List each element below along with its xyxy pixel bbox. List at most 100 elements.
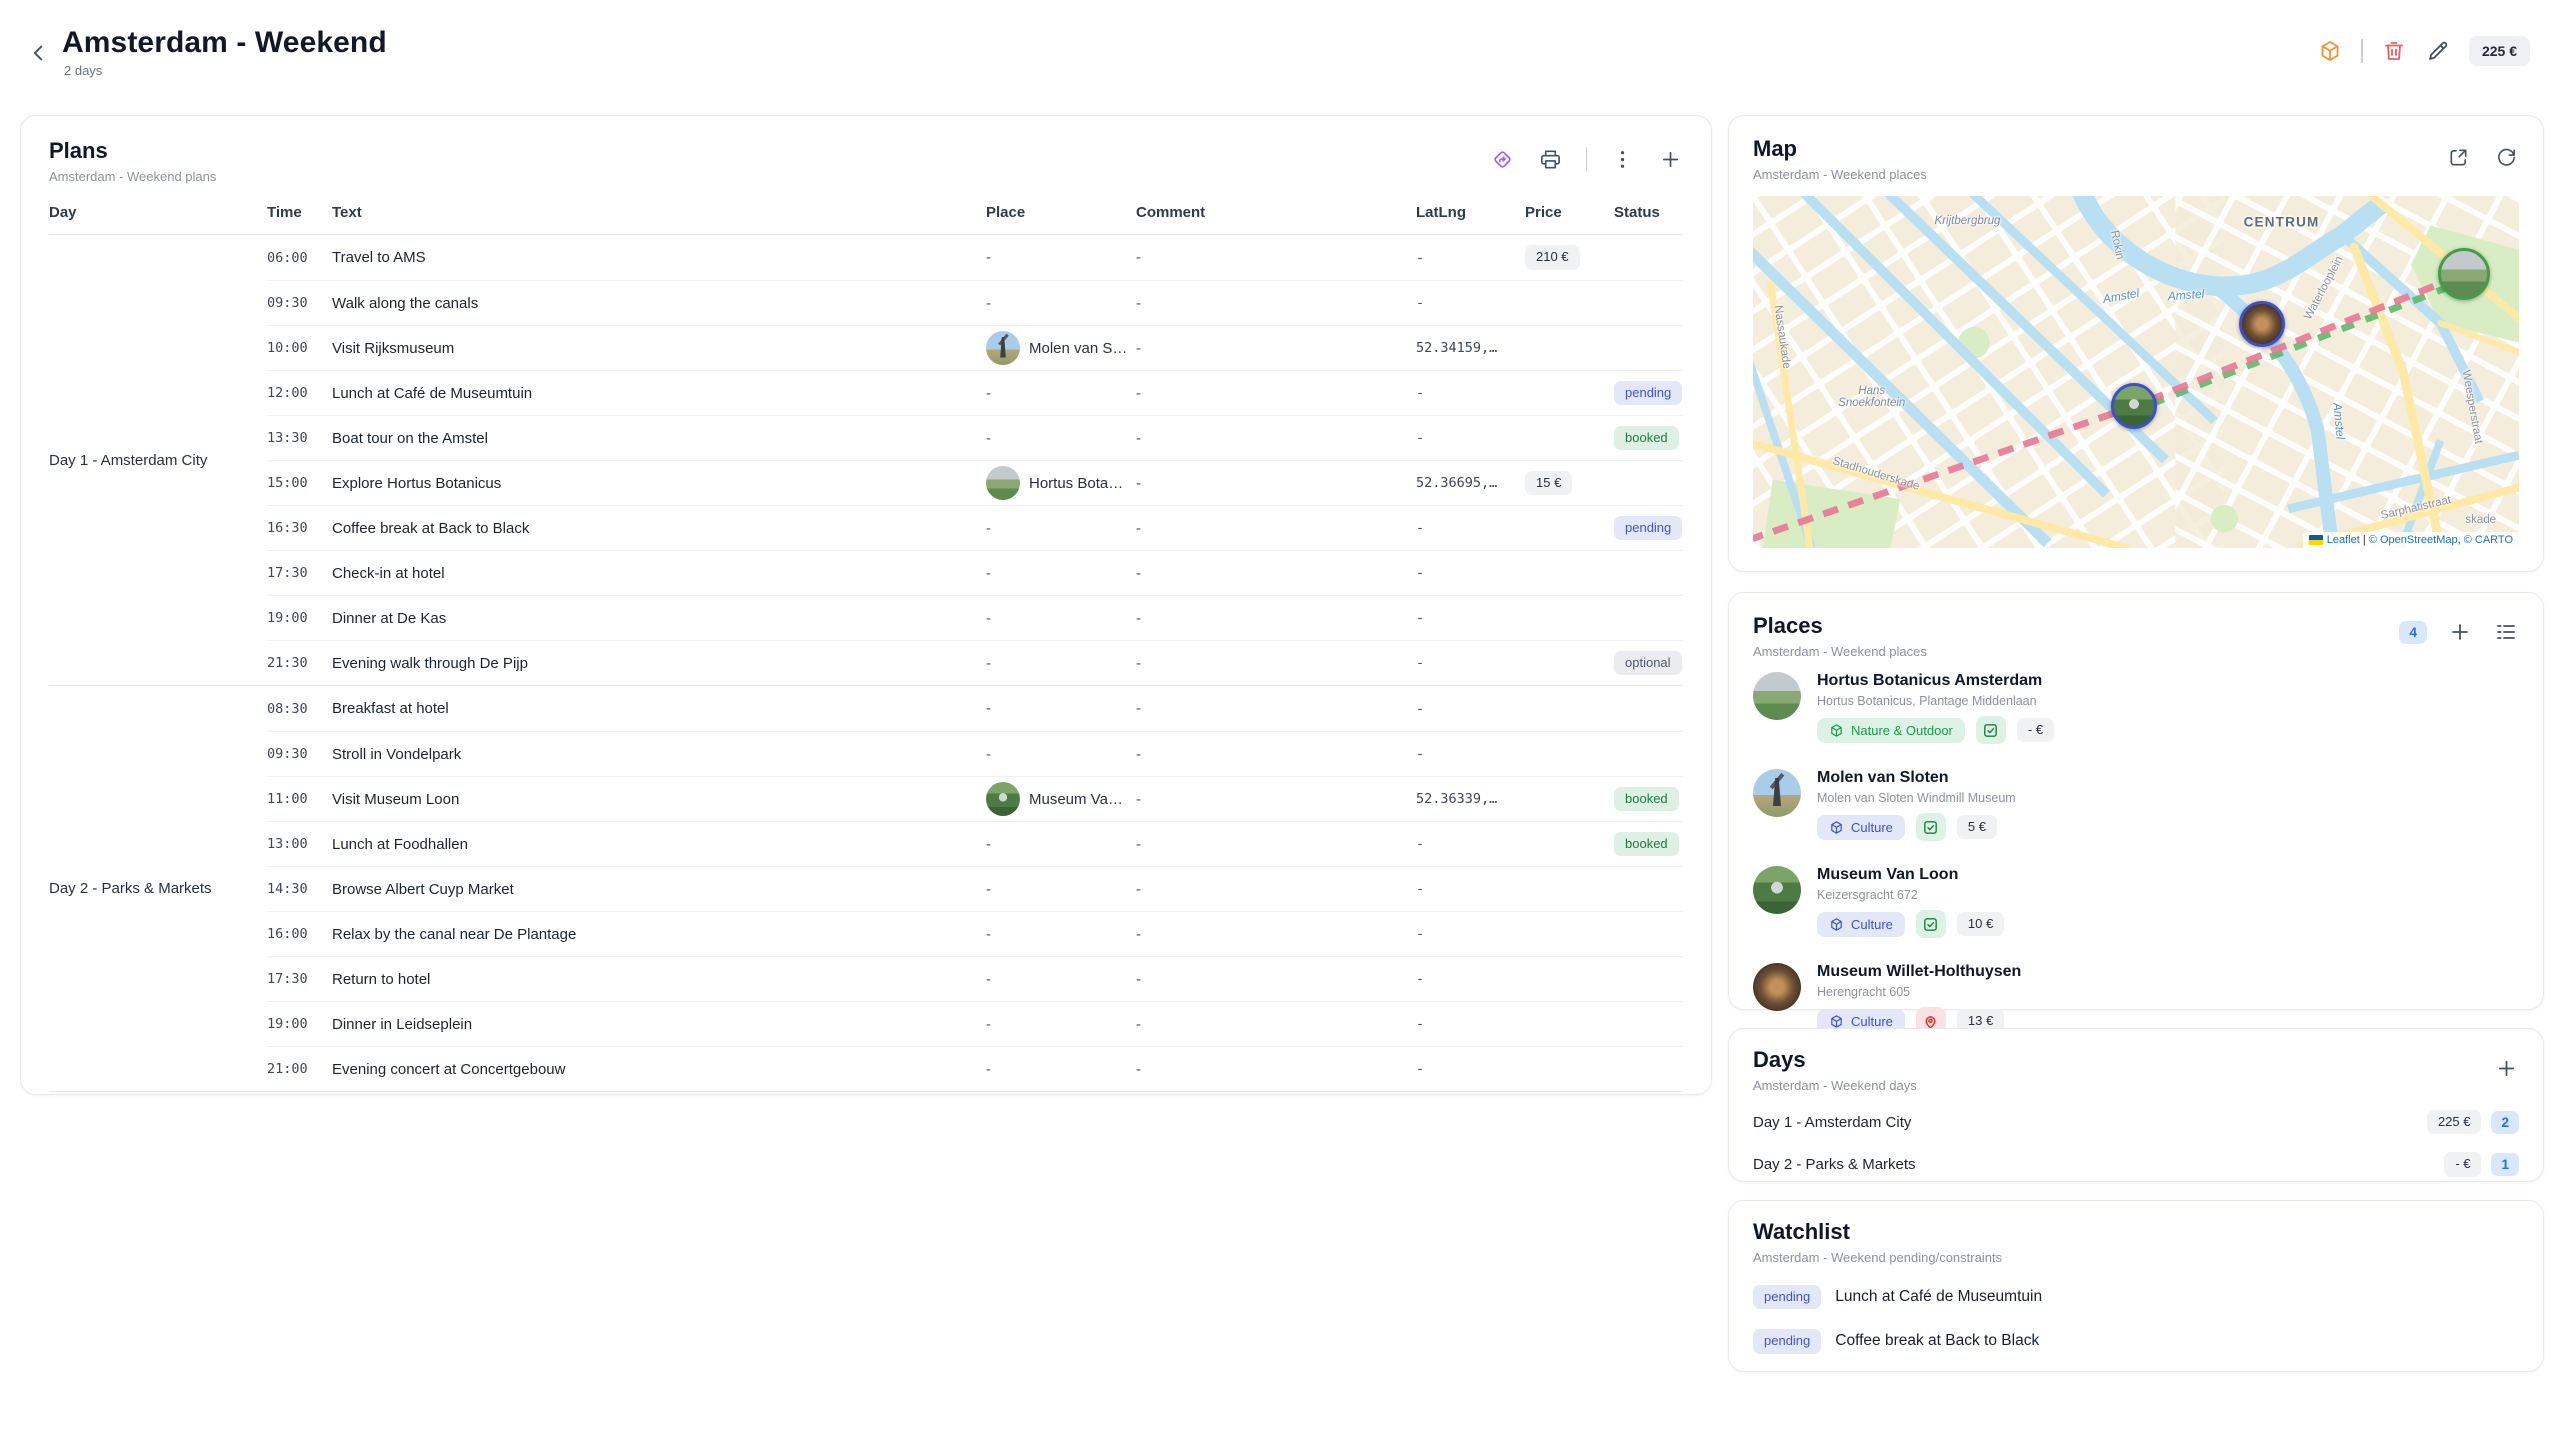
watchlist-item[interactable]: pendingLunch at Café de Museumtuin [1753,1275,2519,1319]
osm-link[interactable]: © OpenStreetMap [2369,534,2458,546]
plan-latlng: - [1416,971,1525,987]
map-viewport[interactable]: KrijtbergbrugRokinAmstelAmstelCENTRUMWat… [1753,196,2519,548]
days-header: Days Amsterdam - Weekend days [1753,1047,2519,1093]
plans-subtitle: Amsterdam - Weekend plans [49,169,216,184]
day-list-item[interactable]: Day 2 - Parks & Markets- €1 [1753,1143,2519,1185]
plan-time: 19:00 [267,1016,332,1032]
app-root: Amsterdam - Weekend 2 days 225 € Plans A… [0,0,2560,1440]
plan-time: 19:00 [267,610,332,626]
plan-row[interactable]: 14:30Browse Albert Cuyp Market--- [267,866,1683,911]
plan-day-rows: 08:30Breakfast at hotel---09:30Stroll in… [267,686,1683,1091]
plus-icon[interactable] [2493,1055,2519,1081]
plan-place: - [986,520,1136,537]
ukraine-flag-icon [2309,535,2323,545]
watchlist-text: Coffee break at Back to Black [1835,1332,2039,1350]
plan-row[interactable]: 12:00Lunch at Café de Museumtuin---pendi… [267,370,1683,415]
empty-place-value: - [986,295,991,312]
plan-comment: - [1136,791,1416,808]
plan-time: 13:30 [267,430,332,446]
map-marker-museum-willet-holthuysen[interactable] [2239,301,2285,347]
check-square-icon [1916,910,1946,938]
place-avatar [986,331,1020,365]
map-basemap [1753,196,2519,548]
place-badges: Culture5 € [1817,813,2016,841]
plus-icon[interactable] [2447,619,2473,645]
map-marker-hortus-botanicus[interactable] [2438,248,2490,300]
plan-row[interactable]: 11:00Visit Museum LoonMuseum Van Loon-52… [267,776,1683,821]
plans-card: Plans Amsterdam - Weekend plans Day Time… [20,115,1712,1095]
place-list-item[interactable]: Museum Van LoonKeizersgracht 672Culture1… [1753,853,2519,950]
plan-place: Hortus Botanicus Amsterdam [986,466,1136,500]
plan-status-cell: booked [1614,787,1683,811]
checklist-icon[interactable] [2493,619,2519,645]
map-marker-museum-van-loon[interactable] [2111,383,2157,429]
printer-icon[interactable] [1538,146,1564,172]
category-label: Culture [1851,917,1893,932]
plan-price-cell: 15 € [1525,471,1614,495]
leaflet-link[interactable]: Leaflet [2327,534,2360,546]
place-avatar [1753,963,1801,1011]
plan-time: 12:00 [267,385,332,401]
place-list-item[interactable]: Hortus Botanicus AmsterdamHortus Botanic… [1753,659,2519,756]
plan-comment: - [1136,475,1416,492]
place-avatar [986,466,1020,500]
place-avatar [1753,672,1801,720]
place-list-item[interactable]: Molen van SlotenMolen van Sloten Windmil… [1753,756,2519,853]
plan-row[interactable]: 17:30Return to hotel--- [267,956,1683,1001]
plan-row[interactable]: 17:30Check-in at hotel--- [267,550,1683,595]
plan-row[interactable]: 15:00Explore Hortus BotanicusHortus Bota… [267,460,1683,505]
place-name-text: Molen van Sloten [1029,340,1129,357]
plan-latlng: - [1416,746,1525,762]
plan-row[interactable]: 16:30Coffee break at Back to Black---pen… [267,505,1683,550]
trash-icon[interactable] [2381,38,2407,64]
category-label: Culture [1851,820,1893,835]
plan-time: 21:30 [267,655,332,671]
plan-row[interactable]: 21:30Evening walk through De Pijp---opti… [267,640,1683,685]
plan-status-cell: booked [1614,426,1683,450]
status-badge: booked [1614,787,1679,811]
plan-text: Boat tour on the Amstel [332,430,986,447]
plan-place: Museum Van Loon [986,782,1136,816]
pencil-icon[interactable] [2425,38,2451,64]
plan-text: Lunch at Foodhallen [332,836,986,853]
kebab-menu-icon[interactable] [1609,146,1635,172]
route-icon[interactable] [1490,146,1516,172]
place-badges: Culture10 € [1817,910,2004,938]
day-list-item[interactable]: Day 1 - Amsterdam City225 €2 [1753,1101,2519,1143]
plans-title: Plans [49,138,216,164]
refresh-icon[interactable] [2493,144,2519,170]
watchlist-status-badge: pending [1753,1285,1821,1309]
plan-row[interactable]: 19:00Dinner in Leidseplein--- [267,1001,1683,1046]
place-body: Museum Van LoonKeizersgracht 672Culture1… [1817,866,2004,938]
plan-latlng: 52.36695,… [1416,475,1525,491]
empty-place-value: - [986,926,991,943]
plan-row[interactable]: 13:00Lunch at Foodhallen---booked [267,821,1683,866]
expand-icon[interactable] [2445,144,2471,170]
cube-icon [1829,917,1844,932]
watchlist-title: Watchlist [1753,1219,2002,1245]
cube-icon [1829,820,1844,835]
plan-row[interactable]: 09:30Stroll in Vondelpark--- [267,731,1683,776]
carto-link[interactable]: © CARTO [2464,534,2513,546]
plan-status-cell: pending [1614,381,1683,405]
package-cube-icon[interactable] [2317,38,2343,64]
watchlist-header: Watchlist Amsterdam - Weekend pending/co… [1753,1219,2519,1265]
plan-time: 21:00 [267,1061,332,1077]
plan-comment: - [1136,249,1416,266]
plan-row[interactable]: 21:00Evening concert at Concertgebouw--- [267,1046,1683,1091]
plus-icon[interactable] [1657,146,1683,172]
plan-row[interactable]: 10:00Visit RijksmuseumMolen van Sloten-5… [267,325,1683,370]
plan-row[interactable]: 09:30Walk along the canals--- [267,280,1683,325]
plan-row[interactable]: 06:00Travel to AMS---210 € [267,235,1683,280]
plan-row[interactable]: 08:30Breakfast at hotel--- [267,686,1683,731]
plan-row[interactable]: 16:00Relax by the canal near De Plantage… [267,911,1683,956]
plan-comment: - [1136,926,1416,943]
plan-place: - [986,610,1136,627]
trip-total-badge: 225 € [2469,36,2530,66]
watchlist-item[interactable]: pendingCoffee break at Back to Black [1753,1319,2519,1363]
plan-time: 09:30 [267,746,332,762]
plan-row[interactable]: 13:30Boat tour on the Amstel---booked [267,415,1683,460]
back-button[interactable] [24,40,54,70]
plan-text: Travel to AMS [332,249,986,266]
plan-row[interactable]: 19:00Dinner at De Kas--- [267,595,1683,640]
